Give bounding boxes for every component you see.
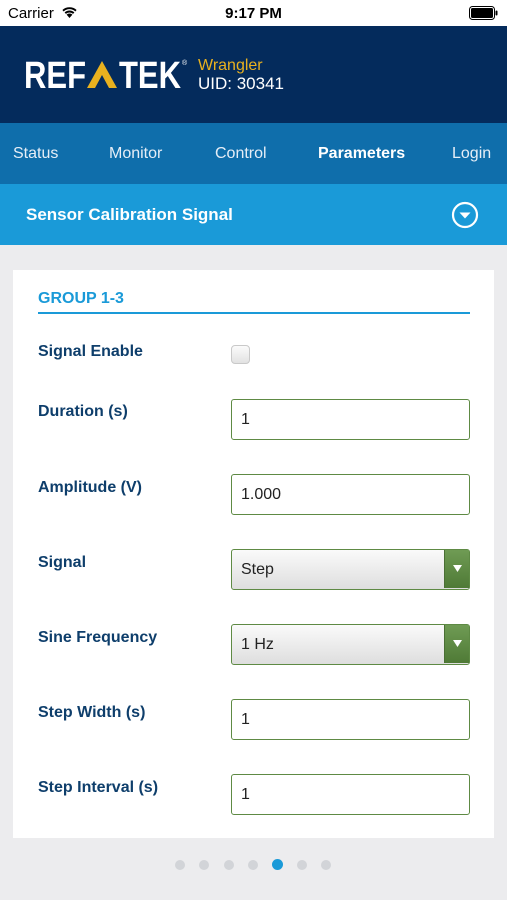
nav-control[interactable]: Control: [215, 145, 267, 163]
dropdown-arrow-icon[interactable]: [444, 550, 469, 588]
group-divider: [38, 312, 470, 314]
app-header: REF TEK ® Wrangler UID: 30341: [0, 26, 507, 123]
page-dot[interactable]: [199, 860, 209, 870]
signal-label: Signal: [38, 554, 87, 571]
page-indicator: [0, 859, 507, 872]
sine-frequency-select[interactable]: 1 Hz: [231, 624, 470, 665]
sine-frequency-select-value: 1 Hz: [241, 636, 274, 653]
page-dot[interactable]: [175, 860, 185, 870]
section-header[interactable]: Sensor Calibration Signal: [0, 184, 507, 245]
nav-login[interactable]: Login: [452, 145, 491, 163]
dropdown-arrow-icon[interactable]: [444, 625, 469, 663]
status-bar: Carrier 9:17 PM: [0, 0, 507, 26]
device-info: Wrangler UID: 30341: [198, 57, 284, 93]
signal-select[interactable]: Step: [231, 549, 470, 590]
group-card: GROUP 1-3 Signal Enable Duration (s) Amp…: [13, 270, 494, 838]
device-uid: UID: 30341: [198, 74, 284, 93]
battery-icon: [469, 6, 498, 20]
duration-label: Duration (s): [38, 403, 128, 420]
page-dot-active[interactable]: [272, 859, 283, 870]
signal-enable-checkbox[interactable]: [231, 345, 250, 364]
clock-time: 9:17 PM: [225, 5, 282, 22]
page-dot[interactable]: [297, 860, 307, 870]
section-title: Sensor Calibration Signal: [26, 205, 233, 224]
svg-text:®: ®: [182, 59, 188, 67]
nav-status[interactable]: Status: [13, 145, 58, 163]
step-width-input[interactable]: [231, 699, 470, 740]
duration-input[interactable]: [231, 399, 470, 440]
reftek-logo: REF TEK ®: [24, 56, 188, 92]
svg-text:REF: REF: [24, 56, 86, 92]
step-interval-input[interactable]: [231, 774, 470, 815]
amplitude-label: Amplitude (V): [38, 479, 142, 496]
amplitude-input[interactable]: [231, 474, 470, 515]
page-dot[interactable]: [321, 860, 331, 870]
step-interval-label: Step Interval (s): [38, 779, 159, 796]
device-name: Wrangler: [198, 57, 263, 74]
main-nav: Status Monitor Control Parameters Login: [0, 123, 507, 184]
group-title: GROUP 1-3: [38, 290, 124, 307]
page-dot[interactable]: [224, 860, 234, 870]
signal-select-value: Step: [241, 561, 274, 578]
svg-text:TEK: TEK: [119, 56, 181, 92]
nav-monitor[interactable]: Monitor: [109, 145, 162, 163]
step-width-label: Step Width (s): [38, 704, 146, 721]
nav-parameters[interactable]: Parameters: [318, 145, 405, 163]
page-dot[interactable]: [248, 860, 258, 870]
signal-enable-label: Signal Enable: [38, 343, 143, 360]
sine-frequency-label: Sine Frequency: [38, 629, 158, 646]
chevron-down-circle-icon[interactable]: [451, 201, 479, 229]
